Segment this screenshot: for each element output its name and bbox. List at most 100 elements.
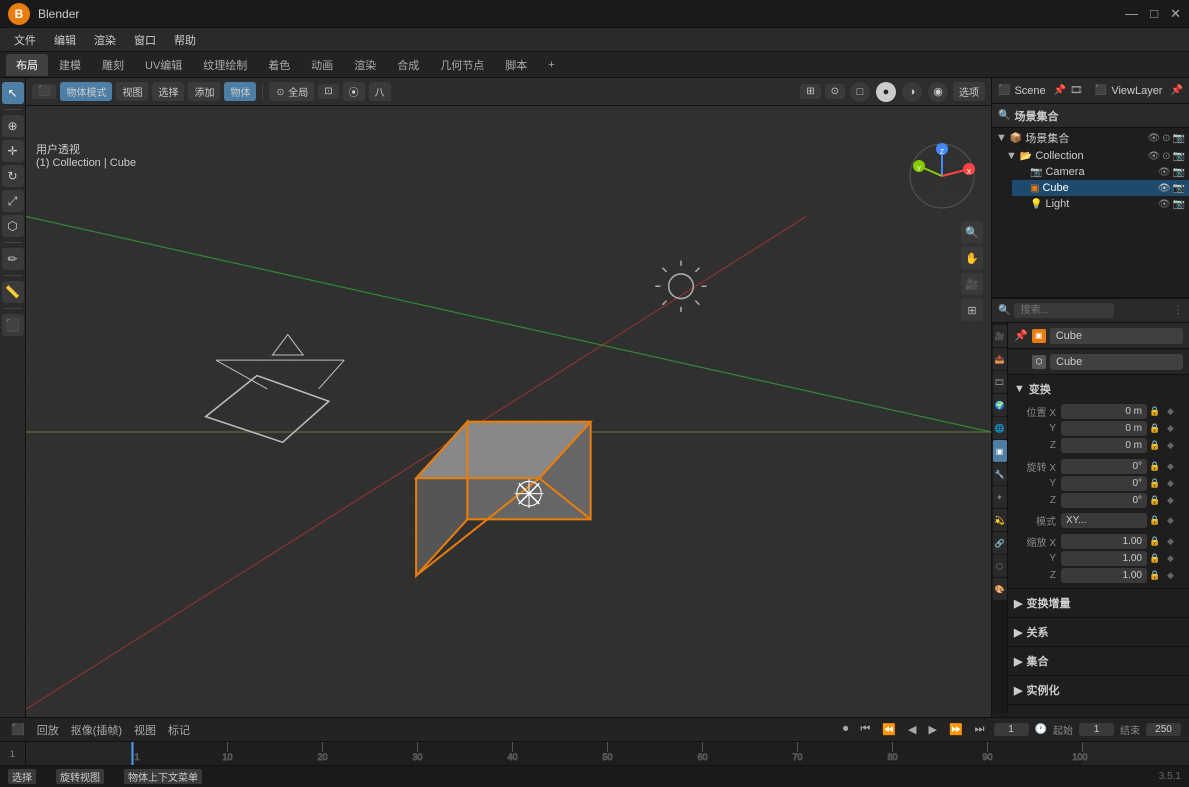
pan-button[interactable]: ✋: [961, 247, 983, 269]
ws-tab-modeling[interactable]: 建模: [49, 54, 91, 76]
end-frame-input[interactable]: 250: [1146, 723, 1181, 736]
viewport-transform-pivot[interactable]: ☉ 全局: [269, 82, 314, 101]
mode-value[interactable]: XY...: [1061, 513, 1147, 528]
light-eye-icon[interactable]: 👁: [1158, 199, 1171, 210]
viewport-editor-type[interactable]: ⬛: [32, 84, 56, 99]
prop-tab-scene[interactable]: 🌍: [993, 394, 1007, 416]
rotation-y-value[interactable]: 0°: [1061, 476, 1147, 491]
tool-scale[interactable]: ⤢: [2, 190, 24, 212]
viewport-object-menu[interactable]: 物体: [224, 82, 256, 101]
viewport[interactable]: ⬛ 物体模式 视图 选择 添加 物体 ☉ 全局 ⊡ ⦿ 八 ⊞ ⊙ □ ● ◑ …: [26, 78, 991, 717]
cube-render-icon[interactable]: 📷: [1173, 183, 1185, 194]
prop-tab-render[interactable]: 🎥: [993, 325, 1007, 347]
ws-tab-compositing[interactable]: 合成: [387, 54, 429, 76]
shading-rendered[interactable]: ◉: [928, 82, 948, 102]
scale-y-lock[interactable]: 🔒: [1149, 553, 1165, 564]
location-x-value[interactable]: 0 m: [1061, 404, 1147, 419]
timeline-next-keyframe[interactable]: ⏩: [946, 722, 966, 737]
timeline-prev-keyframe[interactable]: ◀: [905, 722, 919, 737]
current-frame-input[interactable]: 1: [994, 723, 1029, 736]
timeline-prev-frame[interactable]: ⏪: [879, 722, 899, 737]
start-frame-input[interactable]: 1: [1079, 723, 1114, 736]
location-z-lock[interactable]: 🔒: [1149, 440, 1165, 451]
collection-filter-icon[interactable]: ⊙: [1162, 151, 1170, 162]
location-y-value[interactable]: 0 m: [1061, 421, 1147, 436]
scale-x-value[interactable]: 1.00: [1061, 534, 1147, 549]
rotation-y-lock[interactable]: 🔒: [1149, 478, 1165, 489]
camera-eye-icon[interactable]: 👁: [1158, 167, 1171, 178]
location-x-lock[interactable]: 🔒: [1149, 406, 1165, 417]
timeline-markers-menu[interactable]: 标记: [165, 721, 193, 739]
menu-render[interactable]: 渲染: [86, 30, 124, 50]
rotation-z-value[interactable]: 0°: [1061, 493, 1147, 508]
timeline-keying-menu[interactable]: 抠像(插帧): [68, 721, 125, 739]
object-name-value[interactable]: Cube: [1050, 328, 1183, 344]
prop-tab-output[interactable]: 📤: [993, 348, 1007, 370]
tool-move[interactable]: ✛: [2, 140, 24, 162]
viewport-snap[interactable]: ⊡: [318, 84, 338, 99]
rotation-x-driver[interactable]: ◆: [1167, 461, 1183, 472]
timeline-editor-type[interactable]: ⬛: [8, 722, 28, 737]
timeline-playback-menu[interactable]: 回放: [34, 721, 62, 739]
viewport-overlay-toggle[interactable]: ⊙: [825, 84, 845, 99]
properties-options[interactable]: ⋮: [1173, 305, 1183, 316]
tool-annotate[interactable]: ✏: [2, 248, 24, 270]
outliner-light[interactable]: 💡 Light 👁 📷: [1012, 196, 1189, 212]
prop-tab-physics[interactable]: 💫: [993, 509, 1007, 531]
cube-eye-icon[interactable]: 👁: [1158, 183, 1171, 194]
tool-measure[interactable]: 📏: [2, 281, 24, 303]
scale-y-driver[interactable]: ◆: [1167, 553, 1183, 564]
location-z-value[interactable]: 0 m: [1061, 438, 1147, 453]
ws-tab-animation[interactable]: 动画: [301, 54, 343, 76]
scale-z-lock[interactable]: 🔒: [1149, 570, 1165, 581]
rotation-x-lock[interactable]: 🔒: [1149, 461, 1165, 472]
navigation-gizmo[interactable]: Z X Y: [907, 141, 977, 211]
mode-driver[interactable]: ◆: [1167, 515, 1183, 526]
ws-tab-geometry[interactable]: 几何节点: [430, 54, 494, 76]
outliner-render-icon[interactable]: 📷: [1173, 133, 1185, 144]
viewport-add-menu[interactable]: 添加: [188, 82, 220, 101]
instancing-header[interactable]: ▶ 实例化: [1014, 680, 1183, 700]
rotation-y-driver[interactable]: ◆: [1167, 478, 1183, 489]
viewport-select-menu[interactable]: 选择: [152, 82, 184, 101]
viewport-proportional[interactable]: ⦿: [343, 82, 365, 101]
minimize-button[interactable]: —: [1125, 6, 1138, 22]
frame-selected-button[interactable]: ⊞: [961, 299, 983, 321]
prop-tab-particles[interactable]: ✦: [993, 486, 1007, 508]
ws-tab-texture[interactable]: 纹理绘制: [193, 54, 257, 76]
rotation-z-driver[interactable]: ◆: [1167, 495, 1183, 506]
prop-tab-modifiers[interactable]: 🔧: [993, 463, 1007, 485]
camera-view-button[interactable]: 🎥: [961, 273, 983, 295]
prop-tab-view-layer[interactable]: 🎞: [993, 371, 1007, 393]
viewport-gizmo-toggle[interactable]: ⊞: [800, 84, 820, 99]
shading-solid[interactable]: ●: [876, 82, 896, 102]
menu-edit[interactable]: 编辑: [46, 30, 84, 50]
outliner-scene-collection[interactable]: ▼ 📦 场景集合 👁 ⊙ 📷: [992, 128, 1189, 148]
outliner-eye-icon[interactable]: 👁: [1147, 133, 1160, 144]
prop-tab-world[interactable]: 🌐: [993, 417, 1007, 439]
outliner-filter-icon[interactable]: ⊙: [1162, 133, 1170, 144]
zoom-in-button[interactable]: 🔍: [961, 221, 983, 243]
scale-z-value[interactable]: 1.00: [1061, 568, 1147, 583]
tool-select[interactable]: ↖: [2, 82, 24, 104]
menu-help[interactable]: 帮助: [166, 30, 204, 50]
ws-tab-shading[interactable]: 着色: [258, 54, 300, 76]
timeline-scrubber[interactable]: 1 1 10 20 30 40 50 60 70: [0, 741, 1189, 765]
prop-tab-data[interactable]: ⬡: [993, 555, 1007, 577]
ws-tab-scripting[interactable]: 脚本: [495, 54, 537, 76]
relations-header[interactable]: ▶ 关系: [1014, 622, 1183, 642]
ws-tab-add[interactable]: +: [538, 56, 564, 74]
timeline-ruler[interactable]: 1 10 20 30 40 50 60 70 80 90 1: [26, 742, 1189, 765]
rotation-x-value[interactable]: 0°: [1061, 459, 1147, 474]
location-z-driver[interactable]: ◆: [1167, 440, 1183, 451]
scale-x-lock[interactable]: 🔒: [1149, 536, 1165, 547]
ws-tab-layout[interactable]: 布局: [6, 54, 48, 76]
transform-delta-header[interactable]: ▶ 变换增量: [1014, 593, 1183, 613]
scale-z-driver[interactable]: ◆: [1167, 570, 1183, 581]
viewport-view-menu[interactable]: 视图: [116, 82, 148, 101]
timeline-play-button[interactable]: ▶: [925, 722, 939, 737]
tool-cursor[interactable]: ⊕: [2, 115, 24, 137]
shading-wireframe[interactable]: □: [850, 82, 870, 102]
shading-material[interactable]: ◑: [902, 82, 922, 102]
viewport-mode-select[interactable]: 物体模式: [60, 82, 112, 101]
